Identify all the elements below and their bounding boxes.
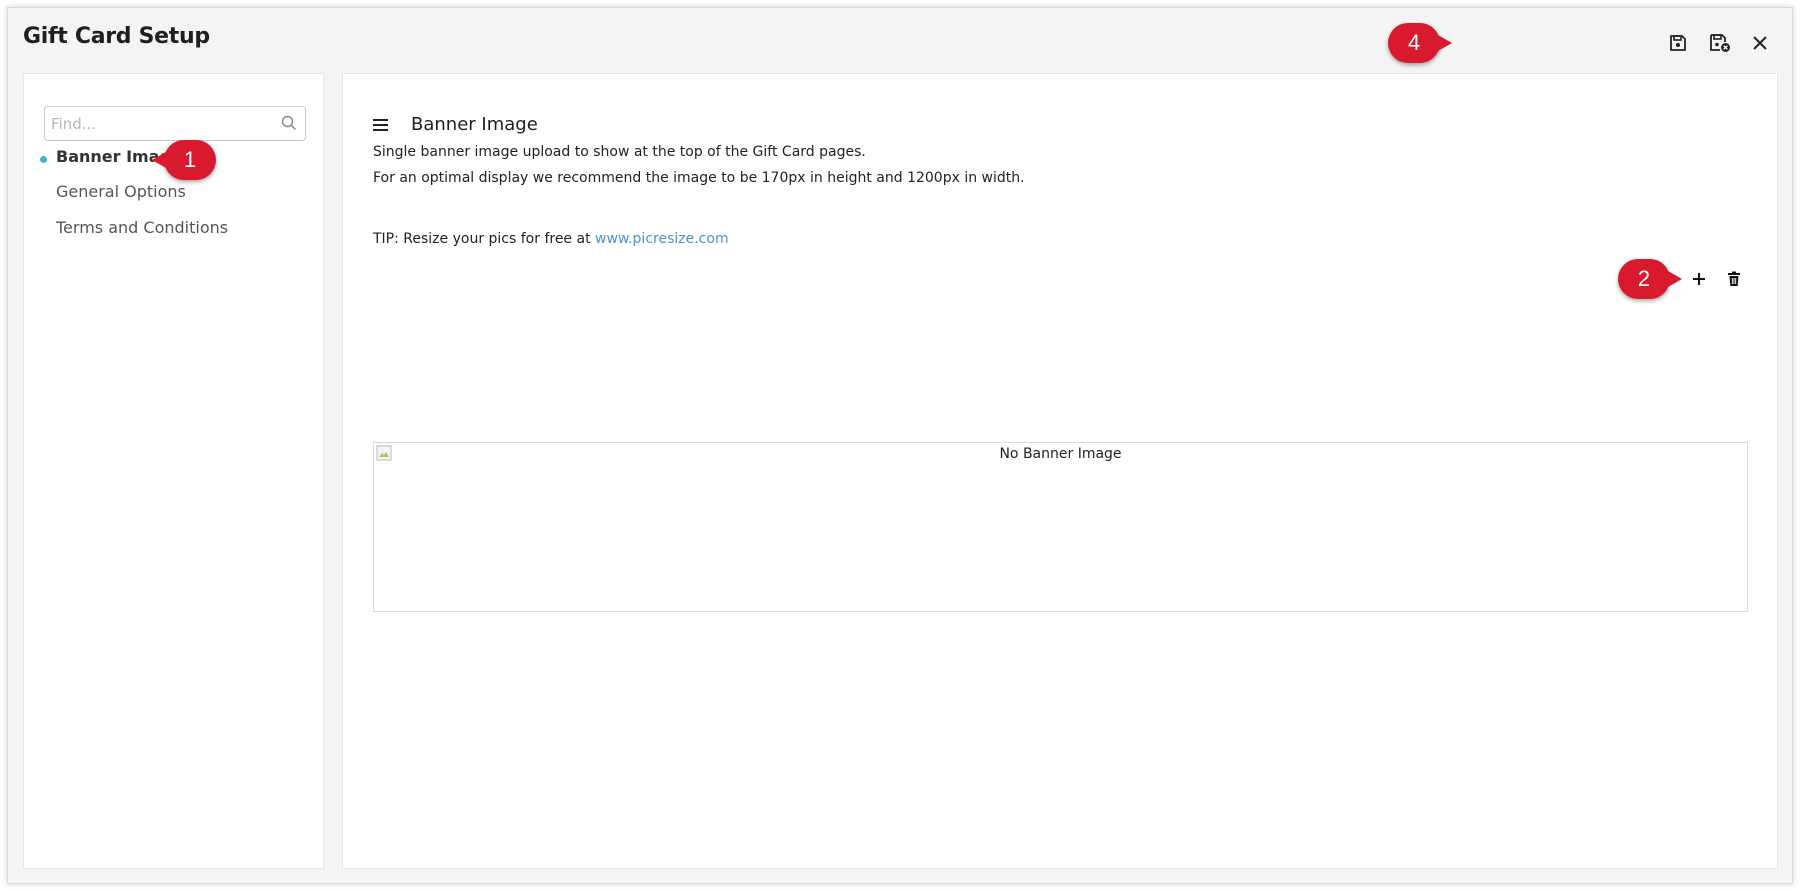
save-icon bbox=[1670, 35, 1686, 51]
callout-badge-add: 2 bbox=[1618, 259, 1682, 299]
active-item-dot bbox=[40, 156, 47, 163]
save-and-cancel-button[interactable] bbox=[1705, 28, 1735, 58]
save-button[interactable] bbox=[1663, 28, 1693, 58]
sidebar-item-terms-and-conditions[interactable]: Terms and Conditions bbox=[56, 218, 228, 237]
hamburger-menu-icon bbox=[373, 119, 388, 131]
find-field bbox=[44, 106, 306, 141]
gift-card-setup-dialog: Gift Card Setup 4 Find... Banner Image 1… bbox=[7, 7, 1793, 884]
close-icon bbox=[1753, 36, 1767, 50]
search-icon[interactable] bbox=[281, 115, 297, 131]
sidebar-item-general-options[interactable]: General Options bbox=[56, 182, 186, 201]
callout-badge-save: 4 bbox=[1388, 23, 1452, 63]
section-title: Banner Image bbox=[411, 114, 538, 135]
description-line-2: For an optimal display we recommend the … bbox=[373, 170, 1025, 186]
banner-alt-text: No Banner Image bbox=[999, 446, 1122, 462]
find-input[interactable] bbox=[51, 113, 271, 135]
description-line-1: Single banner image upload to show at th… bbox=[373, 144, 866, 160]
main-panel: Banner Image Single banner image upload … bbox=[342, 73, 1778, 869]
trash-icon bbox=[1728, 271, 1740, 286]
menu-button[interactable] bbox=[373, 117, 389, 136]
dialog-title: Gift Card Setup bbox=[23, 24, 210, 49]
close-button[interactable] bbox=[1745, 28, 1775, 58]
picresize-link[interactable]: www.picresize.com bbox=[595, 231, 729, 247]
tip-text: TIP: Resize your pics for free at www.pi… bbox=[373, 231, 729, 247]
callout-badge-sidebar: 1 bbox=[152, 140, 216, 180]
plus-icon bbox=[1693, 273, 1705, 285]
save-cancel-icon bbox=[1710, 34, 1730, 52]
title-bar: Gift Card Setup 4 bbox=[8, 8, 1792, 68]
delete-image-button[interactable] bbox=[1721, 266, 1747, 292]
tip-prefix: TIP: Resize your pics for free at bbox=[373, 231, 591, 247]
add-image-button[interactable] bbox=[1686, 266, 1712, 292]
banner-image-preview: No Banner Image bbox=[373, 442, 1748, 612]
sidebar: Banner Image 1 General Options Terms and… bbox=[23, 73, 324, 869]
